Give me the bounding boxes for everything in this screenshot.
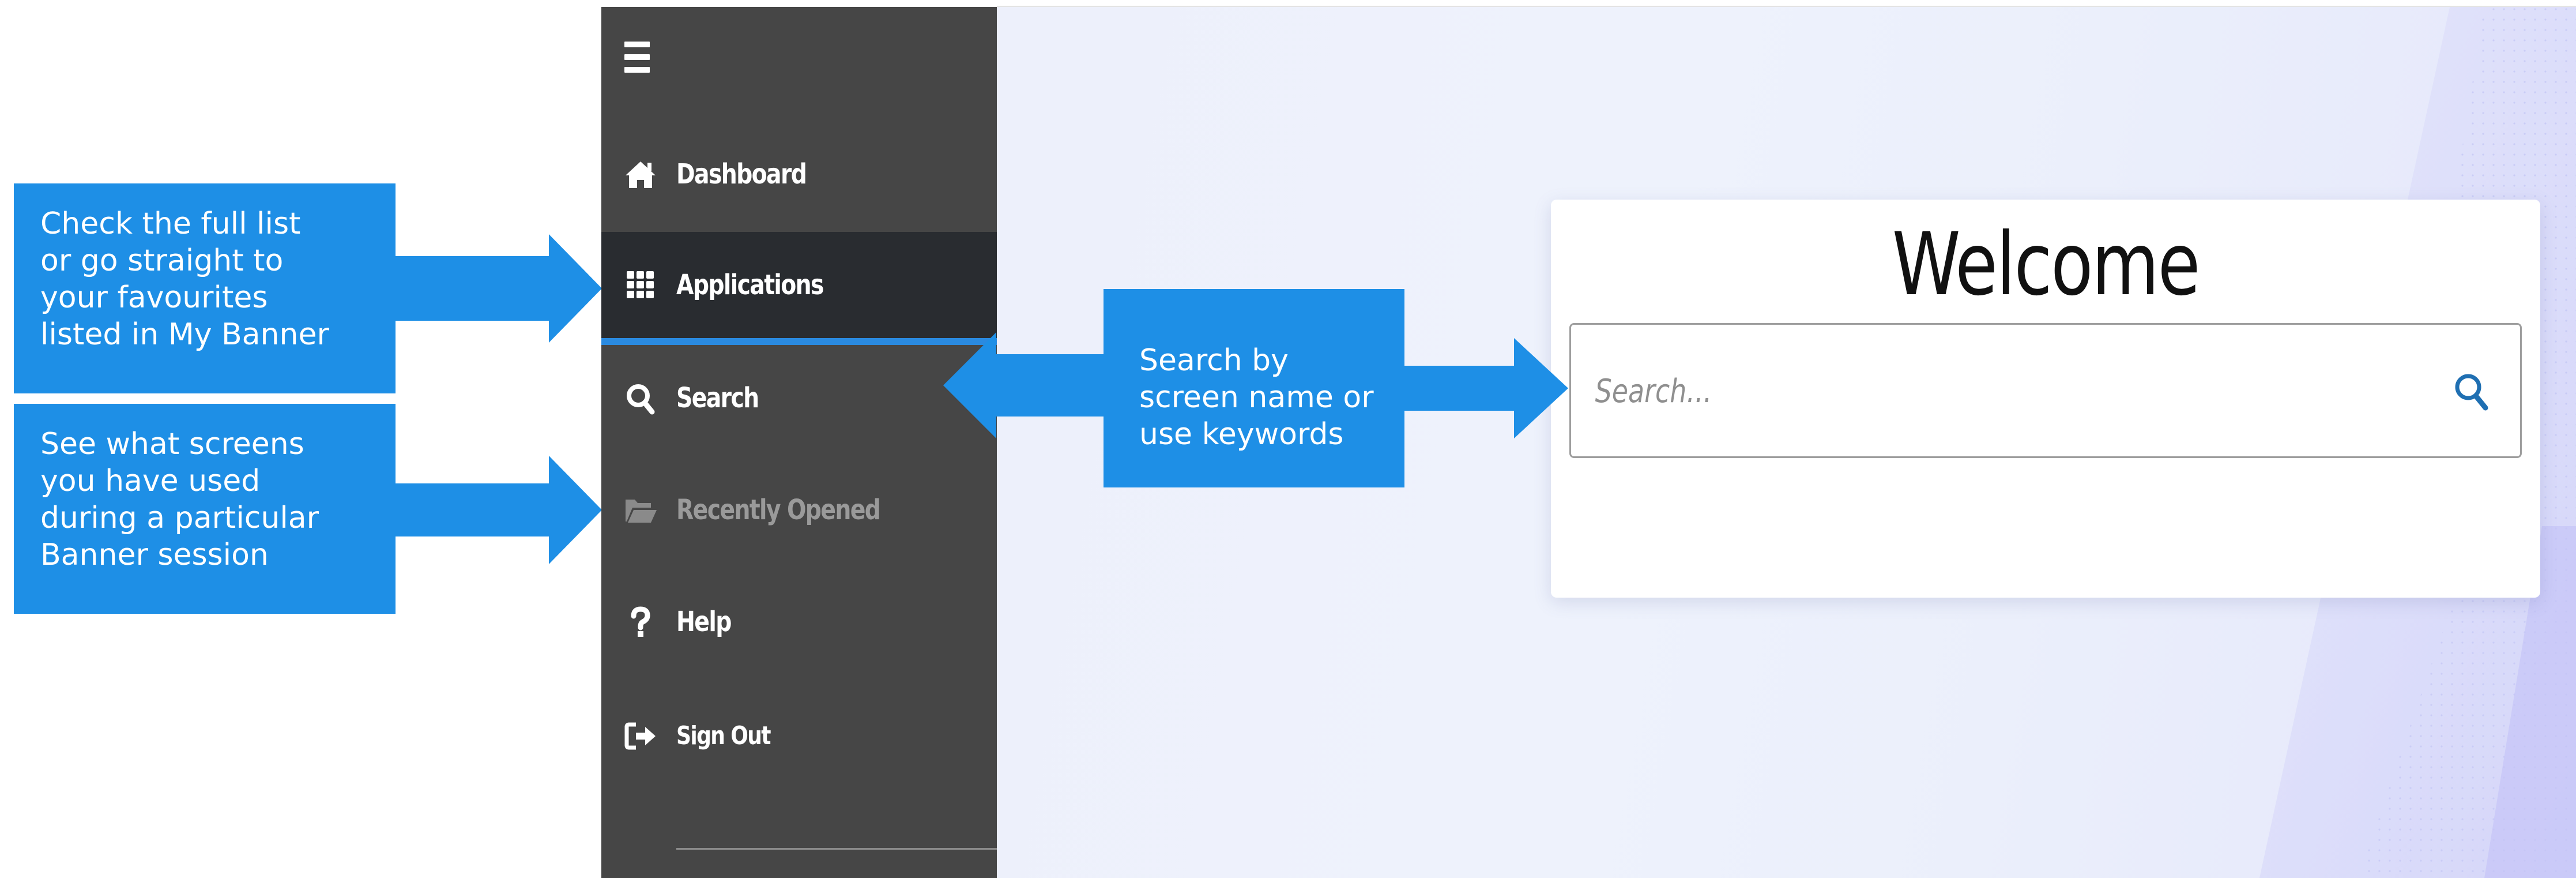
welcome-title: Welcome	[1892, 215, 2201, 315]
sidebar-item-dashboard[interactable]: Dashboard	[601, 121, 997, 227]
callout-applications-note: Check the full list or go straight to yo…	[14, 183, 396, 393]
sidebar: Dashboard Applications Search Recently O…	[601, 7, 997, 878]
search-icon[interactable]	[2451, 370, 2491, 412]
sidebar-item-search[interactable]: Search	[601, 345, 997, 451]
sidebar-item-label: Help	[676, 606, 732, 638]
callout-line: listed in My Banner	[40, 317, 329, 352]
sidebar-divider	[676, 848, 997, 850]
callout-arrow-search-right	[1403, 338, 1568, 438]
callout-line: use keywords	[1139, 417, 1344, 452]
top-border	[997, 0, 2576, 7]
sidebar-item-label: Search	[676, 382, 759, 414]
callout-arrow-recent	[396, 456, 602, 564]
callout-arrow-search-left	[943, 332, 1106, 438]
callout-line: you have used	[40, 464, 261, 498]
search-field[interactable]	[1569, 323, 2522, 458]
callout-arrow-applications	[396, 234, 602, 343]
search-icon	[627, 384, 655, 415]
callout-line: Search by	[1139, 343, 1289, 378]
callout-line: Banner session	[40, 538, 269, 572]
welcome-card: Welcome	[1551, 200, 2540, 598]
callout-line: screen name or	[1139, 380, 1374, 415]
question-icon	[631, 606, 650, 637]
sidebar-item-label: Recently Opened	[676, 494, 881, 526]
grid-icon	[627, 271, 654, 298]
callout-search-note: Search by screen name or use keywords	[1104, 289, 1404, 487]
sign-out-icon	[624, 722, 656, 750]
sidebar-item-label: Sign Out	[676, 721, 771, 751]
callout-recent-note: See what screens you have used during a …	[14, 404, 396, 614]
sidebar-item-label: Dashboard	[676, 158, 807, 190]
sidebar-item-help[interactable]: Help	[601, 569, 997, 675]
sidebar-item-sign-out[interactable]: Sign Out	[601, 683, 997, 789]
sidebar-item-applications[interactable]: Applications	[601, 232, 997, 345]
callout-line: your favourites	[40, 280, 268, 315]
callout-line: Check the full list	[40, 207, 301, 241]
sidebar-item-recently-opened[interactable]: Recently Opened	[601, 457, 997, 563]
callout-line: during a particular	[40, 501, 319, 535]
folder-open-icon	[626, 500, 657, 523]
home-icon	[626, 162, 656, 188]
callout-line: See what screens	[40, 427, 304, 461]
callout-line: or go straight to	[40, 243, 284, 278]
search-input[interactable]	[1594, 325, 2258, 457]
sidebar-item-label: Applications	[676, 269, 824, 301]
menu-toggle-button[interactable]	[624, 42, 650, 75]
active-indicator	[601, 338, 997, 345]
